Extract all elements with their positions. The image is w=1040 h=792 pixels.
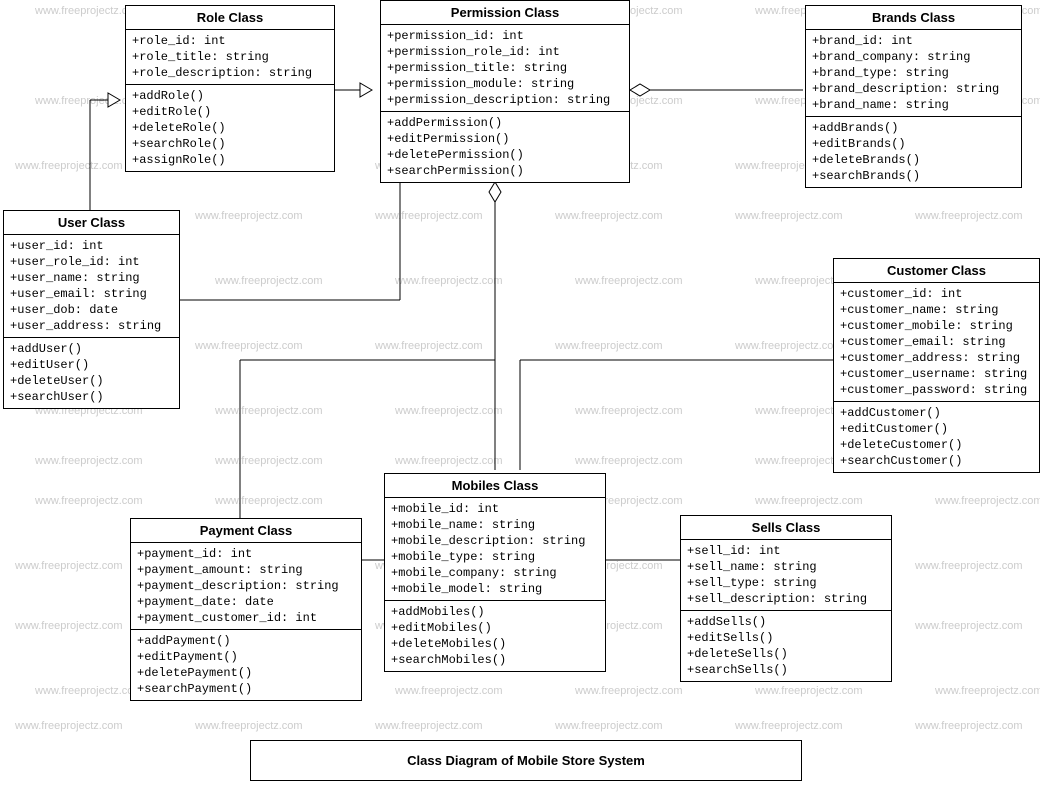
watermark-text: www.freeprojectz.com — [195, 210, 303, 222]
watermark-text: www.freeprojectz.com — [35, 685, 143, 697]
watermark-text: www.freeprojectz.com — [395, 405, 503, 417]
class-title: Brands Class — [806, 6, 1021, 30]
class-operations: +addUser()+editUser()+deleteUser()+searc… — [4, 338, 179, 408]
watermark-text: www.freeprojectz.com — [215, 275, 323, 287]
class-title: User Class — [4, 211, 179, 235]
watermark-text: www.freeprojectz.com — [935, 685, 1040, 697]
class-sells: Sells Class +sell_id: int+sell_name: str… — [680, 515, 892, 682]
class-title: Mobiles Class — [385, 474, 605, 498]
watermark-text: www.freeprojectz.com — [215, 455, 323, 467]
class-title: Permission Class — [381, 1, 629, 25]
class-attributes: +brand_id: int+brand_company: string+bra… — [806, 30, 1021, 117]
class-title: Role Class — [126, 6, 334, 30]
watermark-text: www.freeprojectz.com — [395, 685, 503, 697]
diagram-caption: Class Diagram of Mobile Store System — [250, 740, 802, 781]
watermark-text: www.freeprojectz.com — [215, 495, 323, 507]
class-mobiles: Mobiles Class +mobile_id: int+mobile_nam… — [384, 473, 606, 672]
class-attributes: +customer_id: int+customer_name: string+… — [834, 283, 1039, 402]
class-operations: +addPayment()+editPayment()+deletePaymen… — [131, 630, 361, 700]
watermark-text: www.freeprojectz.com — [375, 340, 483, 352]
watermark-text: www.freeprojectz.com — [395, 455, 503, 467]
watermark-text: www.freeprojectz.com — [15, 560, 123, 572]
watermark-text: www.freeprojectz.com — [755, 495, 863, 507]
watermark-text: www.freeprojectz.com — [215, 405, 323, 417]
class-title: Sells Class — [681, 516, 891, 540]
watermark-text: www.freeprojectz.com — [555, 720, 663, 732]
class-attributes: +payment_id: int+payment_amount: string+… — [131, 543, 361, 630]
watermark-text: www.freeprojectz.com — [915, 560, 1023, 572]
watermark-text: www.freeprojectz.com — [735, 340, 843, 352]
class-user: User Class +user_id: int+user_role_id: i… — [3, 210, 180, 409]
watermark-text: www.freeprojectz.com — [735, 720, 843, 732]
watermark-text: www.freeprojectz.com — [195, 720, 303, 732]
watermark-text: www.freeprojectz.com — [35, 495, 143, 507]
class-operations: +addPermission()+editPermission()+delete… — [381, 112, 629, 182]
class-operations: +addMobiles()+editMobiles()+deleteMobile… — [385, 601, 605, 671]
watermark-text: www.freeprojectz.com — [555, 210, 663, 222]
watermark-text: www.freeprojectz.com — [935, 495, 1040, 507]
class-payment: Payment Class +payment_id: int+payment_a… — [130, 518, 362, 701]
class-attributes: +sell_id: int+sell_name: string+sell_typ… — [681, 540, 891, 611]
class-permission: Permission Class +permission_id: int+per… — [380, 0, 630, 183]
watermark-text: www.freeprojectz.com — [15, 620, 123, 632]
class-attributes: +role_id: int+role_title: string+role_de… — [126, 30, 334, 85]
watermark-text: www.freeprojectz.com — [915, 210, 1023, 222]
watermark-text: www.freeprojectz.com — [375, 210, 483, 222]
class-operations: +addCustomer()+editCustomer()+deleteCust… — [834, 402, 1039, 472]
class-role: Role Class +role_id: int+role_title: str… — [125, 5, 335, 172]
class-attributes: +permission_id: int+permission_role_id: … — [381, 25, 629, 112]
watermark-text: www.freeprojectz.com — [915, 620, 1023, 632]
watermark-text: www.freeprojectz.com — [15, 160, 123, 172]
watermark-text: www.freeprojectz.com — [575, 455, 683, 467]
class-brands: Brands Class +brand_id: int+brand_compan… — [805, 5, 1022, 188]
watermark-text: www.freeprojectz.com — [15, 720, 123, 732]
watermark-text: www.freeprojectz.com — [575, 685, 683, 697]
watermark-text: www.freeprojectz.com — [575, 405, 683, 417]
watermark-text: www.freeprojectz.com — [35, 455, 143, 467]
watermark-text: www.freeprojectz.com — [195, 340, 303, 352]
watermark-text: www.freeprojectz.com — [555, 340, 663, 352]
watermark-text: www.freeprojectz.com — [755, 685, 863, 697]
class-operations: +addBrands()+editBrands()+deleteBrands()… — [806, 117, 1021, 187]
watermark-text: www.freeprojectz.com — [915, 720, 1023, 732]
watermark-text: www.freeprojectz.com — [395, 275, 503, 287]
class-attributes: +user_id: int+user_role_id: int+user_nam… — [4, 235, 179, 338]
class-operations: +addSells()+editSells()+deleteSells()+se… — [681, 611, 891, 681]
class-title: Payment Class — [131, 519, 361, 543]
watermark-text: www.freeprojectz.com — [375, 720, 483, 732]
class-attributes: +mobile_id: int+mobile_name: string+mobi… — [385, 498, 605, 601]
watermark-text: www.freeprojectz.com — [575, 275, 683, 287]
watermark-text: www.freeprojectz.com — [735, 210, 843, 222]
class-title: Customer Class — [834, 259, 1039, 283]
class-operations: +addRole()+editRole()+deleteRole()+searc… — [126, 85, 334, 171]
class-customer: Customer Class +customer_id: int+custome… — [833, 258, 1040, 473]
